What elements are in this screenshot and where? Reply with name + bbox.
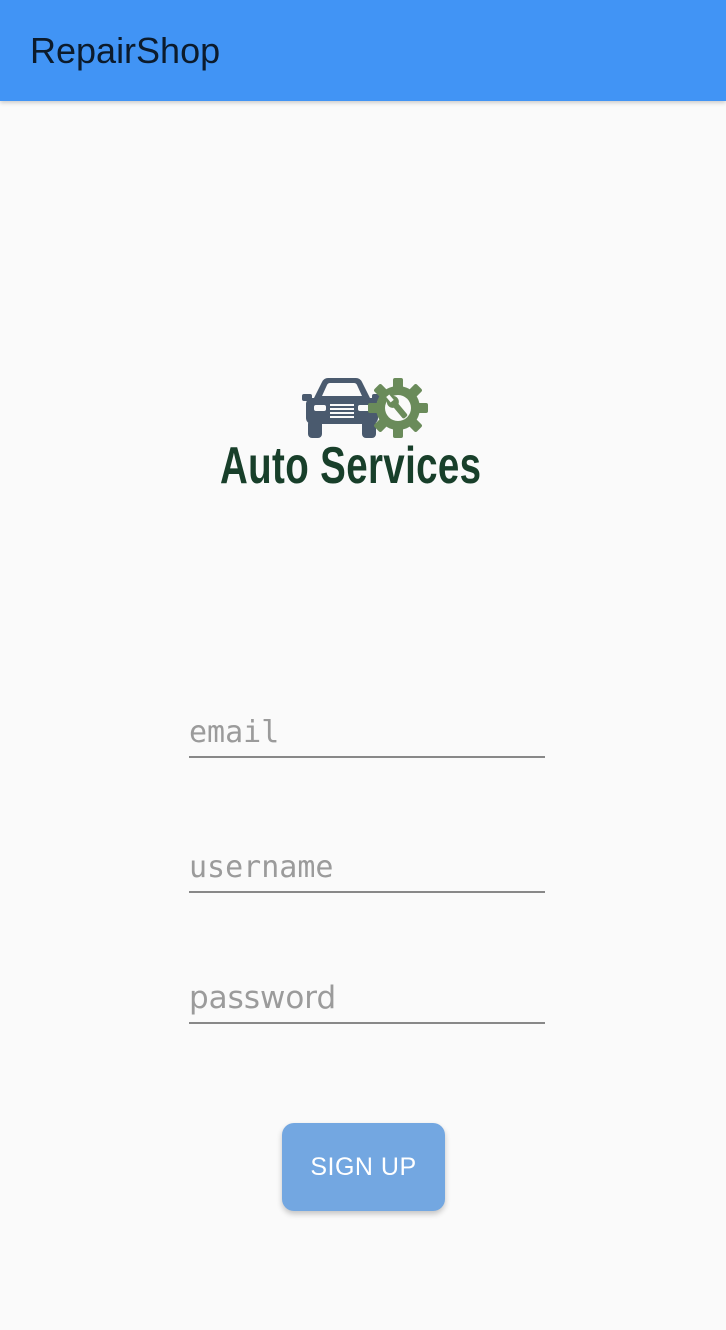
email-field[interactable] [189, 710, 545, 758]
gear-wrench-icon [368, 378, 428, 438]
username-input[interactable] [189, 847, 545, 887]
app-title: RepairShop [30, 30, 221, 71]
password-input[interactable] [189, 978, 545, 1018]
password-field[interactable] [189, 976, 545, 1024]
app-bar: RepairShop [0, 0, 726, 101]
auto-services-logo: Auto Services [220, 376, 506, 496]
logo-text: Auto Services [220, 437, 482, 495]
sign-up-button[interactable]: SIGN UP [282, 1123, 445, 1211]
username-field[interactable] [189, 845, 545, 893]
email-input[interactable] [189, 712, 545, 752]
logo-graphic [302, 378, 428, 438]
